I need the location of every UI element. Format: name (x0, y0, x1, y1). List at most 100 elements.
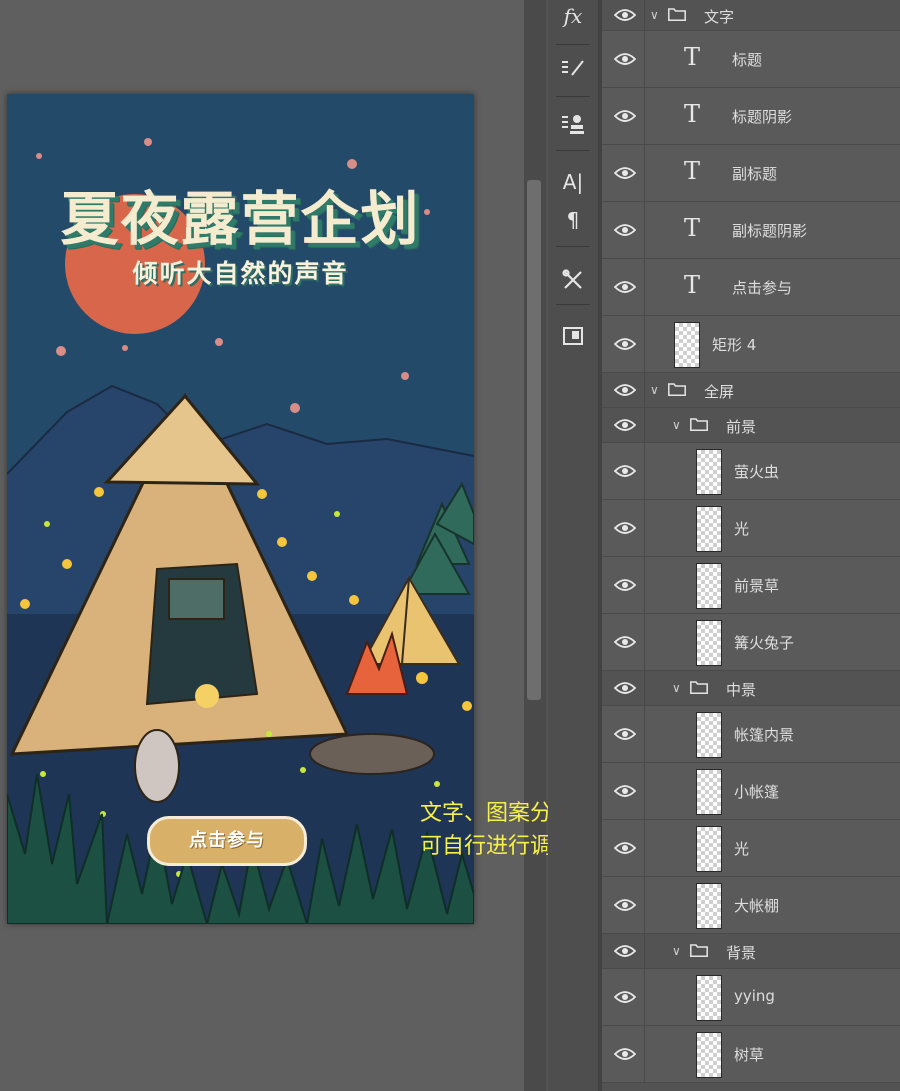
visibility-eye-icon[interactable] (614, 521, 636, 535)
chevron-down-icon[interactable]: ∨ (672, 681, 681, 695)
canvas-scrollbar-thumb[interactable] (527, 180, 541, 700)
paragraph-icon[interactable]: ¶ (548, 200, 598, 240)
folder-icon (668, 383, 686, 396)
panel-icon-strip: fx A| ¶ (548, 0, 598, 1091)
layer-group-midground[interactable]: ∨ 中景 (602, 671, 900, 706)
layer-name: 萤火虫 (734, 463, 780, 481)
text-layer-icon: T (684, 157, 701, 185)
layer-name: 光 (734, 520, 750, 538)
text-layer-icon: T (684, 43, 701, 71)
layer-thumbnail (696, 449, 722, 495)
visibility-eye-icon[interactable] (614, 1047, 636, 1061)
visibility-eye-icon[interactable] (614, 52, 636, 66)
layer-name: 前景 (726, 418, 757, 436)
layer-group-text[interactable]: ∨ 文字 (602, 0, 900, 31)
visibility-eye-icon[interactable] (614, 383, 636, 397)
layer-name: 文字 (704, 8, 735, 26)
visibility-eye-icon[interactable] (614, 280, 636, 294)
layer-name: 矩形 4 (712, 336, 757, 354)
layer-tent-interior[interactable]: 帐篷内景 (602, 706, 900, 763)
visibility-eye-icon[interactable] (614, 8, 636, 22)
visibility-eye-icon[interactable] (614, 681, 636, 695)
layer-name: 大帐棚 (734, 897, 780, 915)
layer-fireflies[interactable]: 萤火虫 (602, 443, 900, 500)
folder-icon (690, 681, 708, 694)
layer-thumbnail (696, 563, 722, 609)
folder-icon (690, 418, 708, 431)
divider (556, 44, 590, 45)
layers-panel: ∨ 文字 T 标题 T 标题阴影 T 副标题 T 副标题阴影 T 点击参与 矩形 (602, 0, 900, 1091)
layer-yying[interactable]: yying (602, 969, 900, 1026)
divider (556, 96, 590, 97)
divider (556, 150, 590, 151)
layer-light-2[interactable]: 光 (602, 820, 900, 877)
layer-thumbnail (696, 620, 722, 666)
layer-join[interactable]: T 点击参与 (602, 259, 900, 316)
visibility-eye-icon[interactable] (614, 727, 636, 741)
visibility-eye-icon[interactable] (614, 841, 636, 855)
layer-name: 点击参与 (732, 279, 793, 297)
layer-subtitle[interactable]: T 副标题 (602, 145, 900, 202)
folder-icon (690, 944, 708, 957)
layer-name: 树草 (734, 1046, 765, 1064)
layer-group-background[interactable]: ∨ 背景 (602, 934, 900, 969)
chevron-down-icon[interactable]: ∨ (650, 8, 659, 22)
visibility-eye-icon[interactable] (614, 578, 636, 592)
poster-artboard[interactable]: 夏夜露营企划 倾听大自然的声音 点击参与 (7, 94, 474, 924)
layer-thumbnail (696, 883, 722, 929)
layer-thumbnail (696, 712, 722, 758)
layer-thumbnail (674, 322, 700, 368)
layer-name: 光 (734, 840, 750, 858)
visibility-eye-icon[interactable] (614, 464, 636, 478)
layer-name: 篝火兔子 (734, 634, 795, 652)
visibility-eye-icon[interactable] (614, 166, 636, 180)
layer-big-tent[interactable]: 大帐棚 (602, 877, 900, 934)
visibility-eye-icon[interactable] (614, 337, 636, 351)
clone-source-icon[interactable] (548, 104, 598, 144)
tools-icon[interactable] (548, 260, 598, 300)
layer-name: yying (734, 987, 775, 1005)
brush-settings-icon[interactable] (548, 48, 598, 88)
visibility-eye-icon[interactable] (614, 223, 636, 237)
layer-thumbnail (696, 506, 722, 552)
layer-group-fullscreen[interactable]: ∨ 全屏 (602, 373, 900, 408)
layer-trees-grass[interactable]: 树草 (602, 1026, 900, 1083)
layer-name: 标题阴影 (732, 108, 793, 126)
navigator-icon[interactable] (548, 316, 598, 356)
layer-name: 全屏 (704, 383, 735, 401)
fx-icon[interactable]: fx (548, 0, 598, 36)
divider (556, 304, 590, 305)
layer-group-foreground[interactable]: ∨ 前景 (602, 408, 900, 443)
layer-title-shadow[interactable]: T 标题阴影 (602, 88, 900, 145)
chevron-down-icon[interactable]: ∨ (672, 944, 681, 958)
character-icon[interactable]: A| (548, 162, 598, 202)
text-layer-icon: T (684, 214, 701, 242)
layer-rect4[interactable]: 矩形 4 (602, 316, 900, 373)
visibility-eye-icon[interactable] (614, 944, 636, 958)
layer-small-tent[interactable]: 小帐篷 (602, 763, 900, 820)
chevron-down-icon[interactable]: ∨ (672, 418, 681, 432)
chevron-down-icon[interactable]: ∨ (650, 383, 659, 397)
layer-bonfire-rabbit[interactable]: 篝火兔子 (602, 614, 900, 671)
layer-foreground-grass[interactable]: 前景草 (602, 557, 900, 614)
folder-icon (668, 8, 686, 21)
layer-name: 背景 (726, 944, 757, 962)
poster-subtitle: 倾听大自然的声音 (132, 259, 349, 288)
visibility-eye-icon[interactable] (614, 990, 636, 1004)
visibility-eye-icon[interactable] (614, 898, 636, 912)
visibility-eye-icon[interactable] (614, 109, 636, 123)
text-layer-icon: T (684, 271, 701, 299)
join-button[interactable]: 点击参与 (147, 816, 307, 866)
divider (556, 246, 590, 247)
layer-light-1[interactable]: 光 (602, 500, 900, 557)
layer-title[interactable]: T 标题 (602, 31, 900, 88)
visibility-eye-icon[interactable] (614, 784, 636, 798)
layer-name: 中景 (726, 681, 757, 699)
visibility-eye-icon[interactable] (614, 418, 636, 432)
layer-subtitle-shadow[interactable]: T 副标题阴影 (602, 202, 900, 259)
visibility-eye-icon[interactable] (614, 635, 636, 649)
poster-title: 夏夜露营企划 (60, 185, 421, 253)
layer-thumbnail (696, 1032, 722, 1078)
layer-thumbnail (696, 975, 722, 1021)
layer-name: 副标题阴影 (732, 222, 808, 240)
